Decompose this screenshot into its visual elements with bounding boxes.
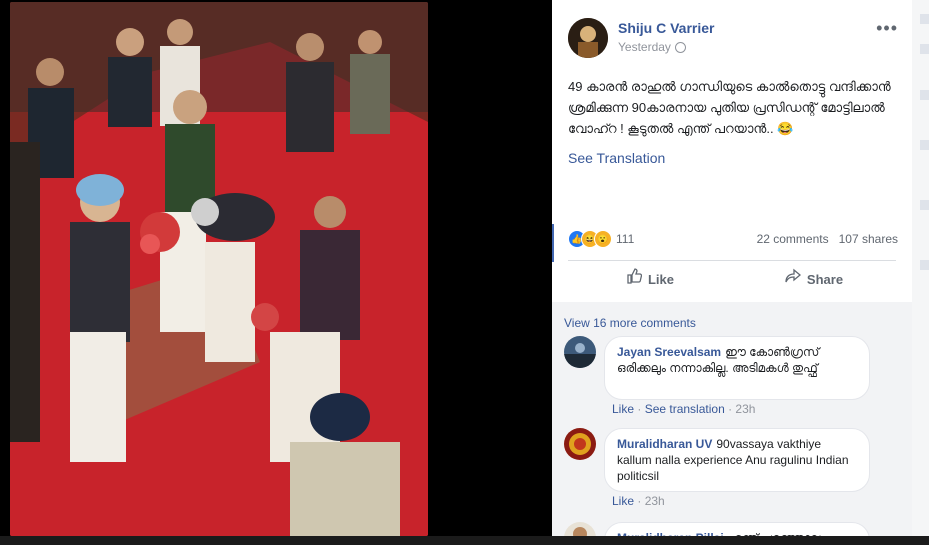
edge-mark [920,140,929,150]
thumbs-up-icon [626,262,643,298]
focus-indicator [552,224,554,262]
commenter-name[interactable]: Jayan Sreevalsam [617,345,721,359]
post-photo[interactable] [10,2,428,536]
comment-time[interactable]: 23h [645,494,665,508]
commenter-avatar[interactable] [564,336,596,368]
engagement-counts: 22 comments 107 shares [757,232,898,246]
reaction-count[interactable]: 111 [616,232,634,246]
comment-time[interactable]: 23h [735,402,755,416]
photo-illustration [10,2,428,536]
commenter-avatar[interactable] [564,428,596,460]
see-translation-link[interactable]: See Translation [568,150,665,166]
photo-viewer [0,0,432,545]
comments-count[interactable]: 22 comments [757,232,829,246]
post-panel: Shiju C Varrier Yesterday ••• 49 കാരൻ രാ… [552,0,912,545]
divider [568,260,896,261]
commenter-name[interactable]: Muralidharan UV [617,437,712,451]
view-more-comments-link[interactable]: View 16 more comments [564,316,696,330]
author-avatar[interactable] [568,18,608,58]
comment-like-link[interactable]: Like [612,402,634,416]
author-name[interactable]: Shiju C Varrier [618,20,714,36]
edge-mark [920,14,929,24]
comment-bubble: Muralidharan UV 90vassaya vakthiye kallum… [604,428,870,492]
post-text: 49 കാരൻ രാഹുൽ ഗാന്ധിയുടെ കാൽതൊട്ടു വന്ദി… [568,79,891,136]
post-timestamp: Yesterday [618,40,686,54]
comment-meta: Like · See translation · 23h [612,402,756,416]
bottom-bar [0,536,929,545]
like-label: Like [647,272,674,287]
reactions-bar: 👍 😆 😮 111 22 comments 107 shares [568,228,898,248]
share-label: Share [806,272,844,287]
comments-section: View 16 more comments Jayan Sreevalsam ഈ … [552,302,912,545]
post-actions: Like Share [568,262,896,298]
globe-icon [674,42,686,53]
wow-reaction-icon[interactable]: 😮 [594,230,612,248]
like-button[interactable]: Like [568,262,732,298]
comment-bubble: Jayan Sreevalsam ഈ കോൺഗ്രസ് ഒരിക്കലും നന്… [604,336,870,400]
comment-meta: Like · 23h [612,494,665,508]
post-header: Shiju C Varrier Yesterday ••• [568,18,898,58]
edge-mark [920,260,929,270]
edge-mark [920,44,929,54]
page-background-strip [912,0,929,545]
comment-see-translation-link[interactable]: See translation [645,402,725,416]
shares-count[interactable]: 107 shares [839,232,898,246]
comment-like-link[interactable]: Like [612,494,634,508]
more-options-icon[interactable]: ••• [876,18,898,39]
edge-mark [920,90,929,100]
avatar-image [568,18,608,58]
post-time-text[interactable]: Yesterday [618,40,671,54]
edge-mark [920,200,929,210]
share-arrow-icon [785,262,801,298]
share-button[interactable]: Share [732,262,896,298]
